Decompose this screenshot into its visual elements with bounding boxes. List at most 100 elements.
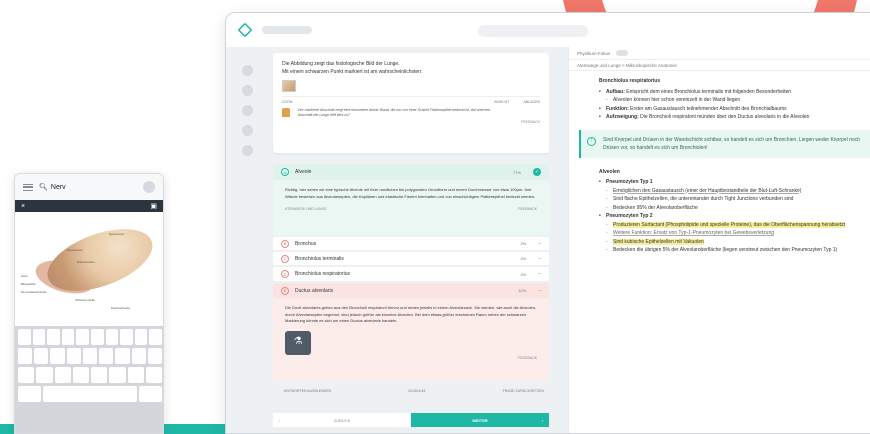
key[interactable] bbox=[18, 329, 31, 345]
sidebar-item[interactable] bbox=[242, 145, 253, 156]
key[interactable] bbox=[32, 329, 46, 345]
highlighted-text[interactable]: Produzieren Surfactant (Phospholipide un… bbox=[613, 221, 846, 228]
answer-option-e[interactable]: E Ductus alveolaris 12% – bbox=[273, 283, 549, 298]
phone-search-input[interactable]: Nerv bbox=[51, 184, 66, 191]
next-button[interactable]: WEITER › bbox=[411, 413, 549, 427]
logo-icon[interactable] bbox=[237, 22, 253, 38]
dash-icon: – bbox=[538, 271, 541, 277]
key[interactable] bbox=[36, 367, 53, 383]
key[interactable] bbox=[105, 329, 119, 345]
back-button[interactable]: ‹ ZURÜCK bbox=[273, 413, 411, 427]
item-text: Erster am Gasaustausch teilnehmender Abs… bbox=[628, 105, 787, 112]
item-text[interactable]: Weitere Funktion: Ersatz von Typ-1-Pneum… bbox=[613, 230, 774, 236]
item-key: Aufzweigung: bbox=[606, 114, 639, 120]
key[interactable] bbox=[131, 348, 146, 364]
answer-option-d[interactable]: D Bronchiolus respiratorius 4% – bbox=[273, 267, 549, 281]
key[interactable] bbox=[138, 386, 162, 402]
option-percent: 4% bbox=[520, 271, 527, 277]
option-percent: 77% bbox=[512, 169, 521, 175]
label-nervenfaserbuendel: Nervenfaserbündel bbox=[21, 290, 47, 294]
question-card: Die Abbildung zeigt das histologische Bi… bbox=[273, 53, 549, 153]
section-title: Bronchiolus respiratorius bbox=[599, 78, 661, 84]
option-letter: E bbox=[281, 286, 289, 295]
key[interactable] bbox=[72, 367, 89, 383]
phone-keyboard bbox=[15, 326, 163, 433]
option-label: Bronchiolus terminalis bbox=[295, 255, 344, 262]
key[interactable] bbox=[61, 329, 75, 345]
item-text: Bedecken 95% der Alveolaroberfläche bbox=[613, 204, 698, 211]
breadcrumb[interactable]: Atemwege und Lunge > Mikroskopische Anat… bbox=[569, 59, 870, 71]
back-label: ZURÜCK bbox=[333, 417, 351, 423]
key[interactable] bbox=[127, 367, 144, 383]
key[interactable] bbox=[91, 329, 104, 345]
option-label: Ductus alveolaris bbox=[295, 287, 334, 294]
key[interactable] bbox=[18, 386, 42, 402]
feedback-link[interactable]: FEEDBACK bbox=[518, 355, 537, 362]
key[interactable] bbox=[115, 348, 130, 364]
key[interactable] bbox=[18, 348, 33, 364]
topic-tag[interactable]: ATEMWEGE UND LUNGE bbox=[285, 206, 327, 213]
key[interactable] bbox=[76, 329, 89, 345]
item-key: Aufbau: bbox=[606, 88, 625, 95]
option-letter: B bbox=[281, 239, 289, 248]
key[interactable] bbox=[147, 348, 162, 364]
key[interactable] bbox=[91, 367, 108, 383]
article-topbar: Physikum-Fokus bbox=[569, 47, 870, 59]
highlighted-text[interactable]: Sind kubische Epithelzellen mit Vakuolen bbox=[613, 238, 704, 245]
key[interactable] bbox=[18, 367, 35, 383]
question-navigation: ‹ ZURÜCK WEITER › bbox=[273, 413, 549, 427]
check-icon: ✓ bbox=[533, 168, 541, 176]
info-callout: ! Sind Knorpel und Drüsen in der Wandsch… bbox=[579, 129, 870, 158]
key[interactable] bbox=[149, 329, 162, 345]
search-bar[interactable] bbox=[478, 25, 588, 37]
key[interactable] bbox=[54, 367, 71, 383]
dash-icon: – bbox=[538, 255, 541, 262]
question-image-thumbnail[interactable] bbox=[282, 80, 296, 92]
sidebar-item[interactable] bbox=[242, 125, 253, 136]
sidebar-item[interactable] bbox=[242, 105, 253, 116]
hint-icon bbox=[282, 108, 290, 117]
next-label: WEITER bbox=[472, 417, 488, 423]
answer-option-a[interactable]: A Alveole 77% ✓ bbox=[273, 164, 549, 180]
key[interactable] bbox=[82, 348, 98, 364]
spacebar-key[interactable] bbox=[43, 386, 137, 402]
key[interactable] bbox=[50, 348, 65, 364]
feedback-link[interactable]: FEEDBACK bbox=[518, 206, 537, 213]
desktop-app-window: Die Abbildung zeigt das histologische Bi… bbox=[225, 12, 870, 434]
subsection-title: Pneumozyten Typ 2 bbox=[606, 213, 653, 219]
key[interactable] bbox=[66, 348, 81, 364]
sidebar-item[interactable] bbox=[242, 85, 253, 96]
option-label: Bronchus bbox=[295, 240, 317, 247]
view-button[interactable]: ANSICHT bbox=[494, 100, 509, 104]
key[interactable] bbox=[109, 367, 126, 383]
label-endoneurium: Endoneurium bbox=[77, 260, 95, 264]
option-percent: 4% bbox=[520, 256, 527, 261]
key[interactable] bbox=[34, 348, 49, 364]
search-icon: 🔍︎ bbox=[39, 184, 48, 191]
phone-search[interactable]: 🔍︎ Nerv bbox=[39, 183, 137, 192]
answer-option-b[interactable]: B Bronchus 2% – bbox=[273, 237, 549, 251]
option-percent: 2% bbox=[520, 241, 527, 246]
sidebar-item[interactable] bbox=[242, 65, 253, 76]
avatar[interactable] bbox=[143, 181, 155, 193]
close-icon[interactable]: × bbox=[21, 203, 25, 210]
hide-answers-button[interactable]: ANTWORTEN AUSBLENDEN bbox=[284, 389, 331, 393]
key[interactable] bbox=[134, 329, 148, 345]
hide-button[interactable]: ABLAGEN bbox=[523, 100, 540, 104]
reset-question-button[interactable]: FRAGE ZURÜCKSETZEN bbox=[503, 389, 544, 393]
key[interactable] bbox=[145, 367, 162, 383]
focus-toggle[interactable] bbox=[616, 50, 629, 56]
item-text[interactable]: Ermöglichen den Gasaustausch (einer der … bbox=[613, 188, 801, 194]
image-icon[interactable]: ⚗ bbox=[285, 330, 311, 355]
feedback-link[interactable]: FEEDBACK bbox=[282, 120, 540, 124]
explanation-wrong: Die Ducti alveolares gehen aus den Bronc… bbox=[273, 299, 549, 381]
key[interactable] bbox=[47, 329, 60, 345]
answer-option-c[interactable]: C Bronchiolus terminalis 4% – bbox=[273, 252, 549, 266]
key[interactable] bbox=[120, 329, 133, 345]
menu-icon[interactable] bbox=[23, 183, 33, 191]
option-letter: C bbox=[281, 254, 289, 263]
fullscreen-icon[interactable]: ▣ bbox=[150, 202, 157, 210]
key[interactable] bbox=[99, 348, 114, 364]
zoom-button[interactable]: ZOOM bbox=[282, 100, 293, 104]
option-letter: D bbox=[281, 270, 289, 278]
